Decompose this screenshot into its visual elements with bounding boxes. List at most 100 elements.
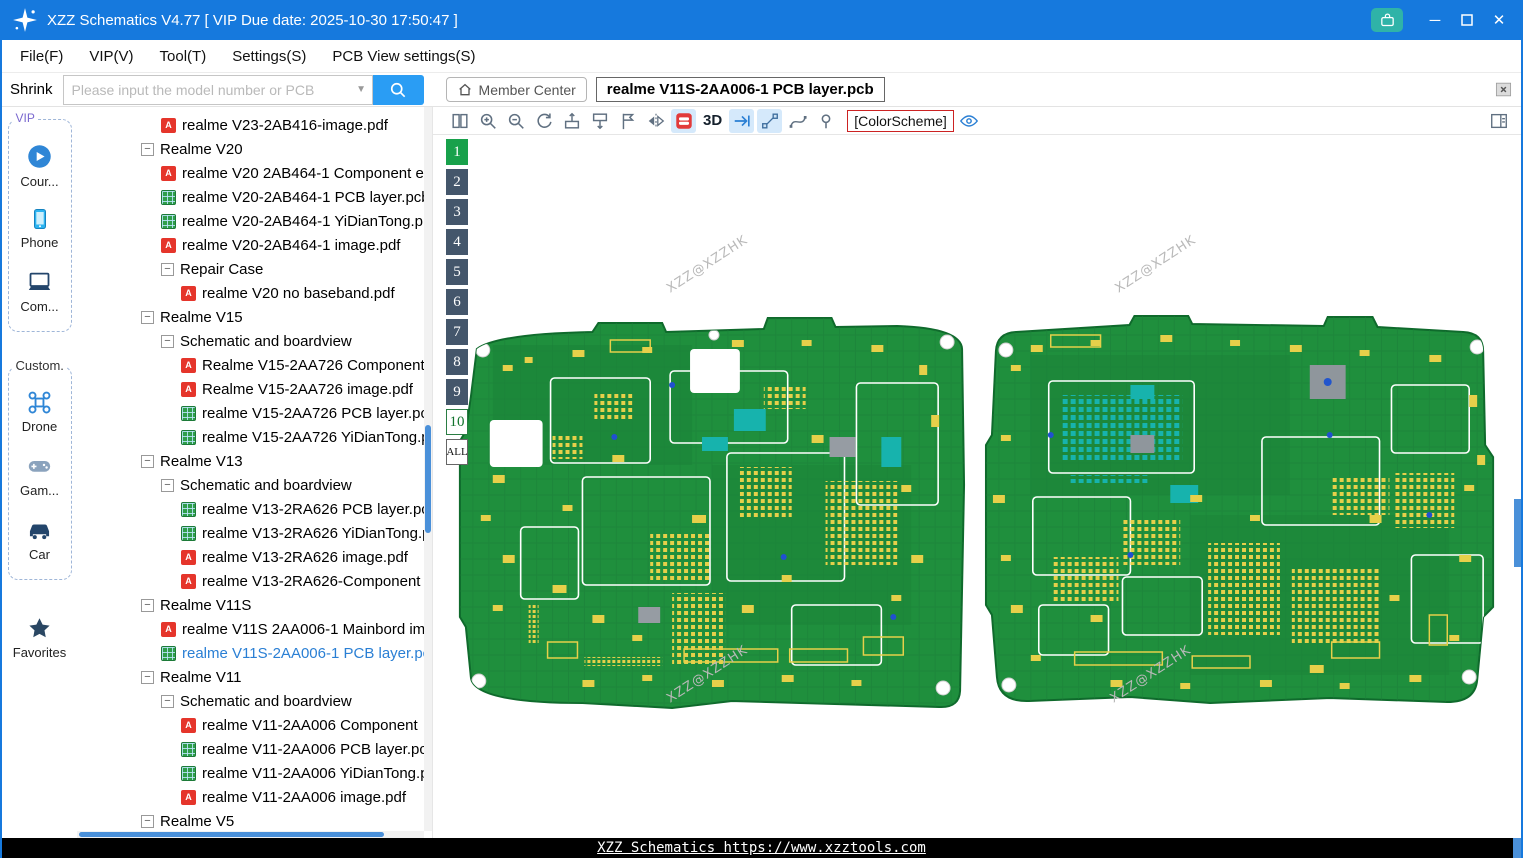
collapse-icon[interactable]: − xyxy=(141,142,154,156)
3d-button[interactable]: 3D xyxy=(699,112,726,129)
collapse-icon[interactable]: − xyxy=(161,334,174,348)
collapse-icon[interactable]: − xyxy=(141,310,154,324)
sidebar-item-courses[interactable]: Cour... xyxy=(20,143,59,189)
collapse-icon[interactable]: − xyxy=(161,262,174,276)
tree-vertical-scrollbar[interactable] xyxy=(424,107,432,831)
zoom-out-icon[interactable] xyxy=(503,109,528,133)
sidebar-item-favorites[interactable]: Favorites xyxy=(13,616,66,660)
tree-item[interactable]: − Schematic and boardview xyxy=(77,473,432,497)
maximize-button[interactable] xyxy=(1451,6,1483,34)
pin-tool-icon[interactable] xyxy=(813,109,838,133)
pcb-canvas-area[interactable]: 1 2 3 4 5 6 7 8 9 10 ALL XZZ@XZZHK XZZ@X… xyxy=(433,135,1521,838)
search-input[interactable] xyxy=(62,74,351,105)
tree-item[interactable]: realme V11-2AA006 YiDianTong.p xyxy=(77,761,432,785)
menu-tool[interactable]: Tool(T) xyxy=(147,40,220,72)
tree-item[interactable]: realme V20-2AB464-1 YiDianTong.p xyxy=(77,209,432,233)
flag-icon[interactable] xyxy=(615,109,640,133)
collapse-icon[interactable]: − xyxy=(141,670,154,684)
split-view-icon[interactable] xyxy=(447,109,472,133)
sidebar-item-car[interactable]: Car xyxy=(26,516,53,562)
chevron-down-icon[interactable]: ▼ xyxy=(350,74,373,105)
tree-item[interactable]: realme V11-2AA006 PCB layer.pcb xyxy=(77,737,432,761)
tree-item[interactable]: Arealme V11S 2AA006-1 Mainbord im xyxy=(77,617,432,641)
tree-item[interactable]: Arealme V13-2RA626-Component xyxy=(77,569,432,593)
layer-button-3[interactable]: 3 xyxy=(446,199,468,225)
sidebar-item-drone[interactable]: Drone xyxy=(22,390,57,434)
tree-item[interactable]: Arealme V13-2RA626 image.pdf xyxy=(77,545,432,569)
collapse-icon[interactable]: − xyxy=(161,478,174,492)
tree-item[interactable]: Arealme V20 2AB464-1 Component ex xyxy=(77,161,432,185)
layer-button-2[interactable]: 2 xyxy=(446,169,468,195)
search-button[interactable] xyxy=(372,74,424,105)
export-top-icon[interactable] xyxy=(559,109,584,133)
collapse-icon[interactable]: − xyxy=(141,598,154,612)
layer-button-8[interactable]: 8 xyxy=(446,349,468,375)
tree-horizontal-scrollbar[interactable] xyxy=(77,831,424,838)
member-center-button[interactable]: Member Center xyxy=(445,77,587,102)
tree-item[interactable]: − Schematic and boardview xyxy=(77,329,432,353)
license-icon[interactable] xyxy=(1371,8,1403,32)
menu-settings[interactable]: Settings(S) xyxy=(219,40,319,72)
board-view-red-icon[interactable] xyxy=(671,108,696,133)
tree-item[interactable]: − Realme V15 xyxy=(77,305,432,329)
active-document-tab[interactable]: realme V11S-2AA006-1 PCB layer.pcb xyxy=(595,77,885,102)
layer-button-5[interactable]: 5 xyxy=(446,259,468,285)
collapse-icon[interactable]: − xyxy=(161,694,174,708)
tree-item[interactable]: realme V13-2RA626 PCB layer.pcb xyxy=(77,497,432,521)
layer-button-1[interactable]: 1 xyxy=(446,139,468,165)
close-document-icon[interactable] xyxy=(1494,80,1513,99)
sidebar-item-games[interactable]: Gam... xyxy=(20,452,59,498)
sidebar-item-computer[interactable]: Com... xyxy=(20,268,59,314)
tree-item[interactable]: − Realme V11 xyxy=(77,665,432,689)
close-button[interactable]: ✕ xyxy=(1483,6,1515,34)
tree-item-label: Repair Case xyxy=(180,260,264,278)
visibility-icon[interactable] xyxy=(957,109,982,133)
collapse-icon[interactable]: − xyxy=(141,814,154,828)
tree-item[interactable]: − Realme V13 xyxy=(77,449,432,473)
curve-tool-icon[interactable] xyxy=(785,109,810,133)
tree-item[interactable]: A Realme V15-2AA726 image.pdf xyxy=(77,377,432,401)
board-file-icon xyxy=(181,765,196,781)
scrollbar-thumb[interactable] xyxy=(425,425,431,533)
tree-item[interactable]: A Realme V15-2AA726 Component xyxy=(77,353,432,377)
menu-file[interactable]: File(F) xyxy=(7,40,76,72)
layer-button-7[interactable]: 7 xyxy=(446,319,468,345)
layer-button-all[interactable]: ALL xyxy=(446,439,468,465)
window-title: XZZ Schematics V4.77 [ VIP Due date: 202… xyxy=(47,11,458,29)
shrink-button[interactable]: Shrink xyxy=(2,81,63,98)
layer-button-9[interactable]: 9 xyxy=(446,379,468,405)
flip-horizontal-icon[interactable] xyxy=(643,109,668,133)
minimize-button[interactable]: ─ xyxy=(1419,6,1451,34)
layer-button-4[interactable]: 4 xyxy=(446,229,468,255)
tree-item[interactable]: − Schematic and boardview xyxy=(77,689,432,713)
measure-icon[interactable] xyxy=(757,108,783,133)
layer-button-10[interactable]: 10 xyxy=(446,409,468,435)
menu-pcb-view-settings[interactable]: PCB View settings(S) xyxy=(319,40,488,72)
tree-item[interactable]: − Repair Case xyxy=(77,257,432,281)
tree-item[interactable]: Arealme V11-2AA006 image.pdf xyxy=(77,785,432,809)
tree-item[interactable]: Arealme V11-2AA006 Component xyxy=(77,713,432,737)
refresh-icon[interactable] xyxy=(531,109,556,133)
tree-item[interactable]: realme V15-2AA726 PCB layer.pcb xyxy=(77,401,432,425)
tree-item[interactable]: realme V11S-2AA006-1 PCB layer.pcb xyxy=(77,641,432,665)
tree-item[interactable]: − Realme V11S xyxy=(77,593,432,617)
jump-board-icon[interactable] xyxy=(729,108,755,133)
tree-item[interactable]: Arealme V20-2AB464-1 image.pdf xyxy=(77,233,432,257)
tree-item[interactable]: realme V13-2RA626 YiDianTong.p xyxy=(77,521,432,545)
sidebar-item-phone[interactable]: Phone xyxy=(21,207,58,250)
tree-item[interactable]: Arealme V20 no baseband.pdf xyxy=(77,281,432,305)
tree-item[interactable]: realme V20-2AB464-1 PCB layer.pcb xyxy=(77,185,432,209)
layer-button-6[interactable]: 6 xyxy=(446,289,468,315)
tree-item[interactable]: realme V15-2AA726 YiDianTong.p xyxy=(77,425,432,449)
tree-item[interactable]: − Realme V5 xyxy=(77,809,432,833)
colorscheme-button[interactable]: [ColorScheme] xyxy=(847,109,954,132)
panel-layout-icon[interactable] xyxy=(1486,109,1511,133)
canvas-vertical-scrollbar[interactable] xyxy=(1514,499,1521,567)
tree-item[interactable]: − Realme V20 xyxy=(77,137,432,161)
scrollbar-thumb[interactable] xyxy=(79,832,385,837)
collapse-icon[interactable]: − xyxy=(141,454,154,468)
tree-item[interactable]: Arealme V23-2AB416-image.pdf xyxy=(77,113,432,137)
zoom-in-icon[interactable] xyxy=(475,109,500,133)
export-bottom-icon[interactable] xyxy=(587,109,612,133)
menu-vip[interactable]: VIP(V) xyxy=(76,40,146,72)
